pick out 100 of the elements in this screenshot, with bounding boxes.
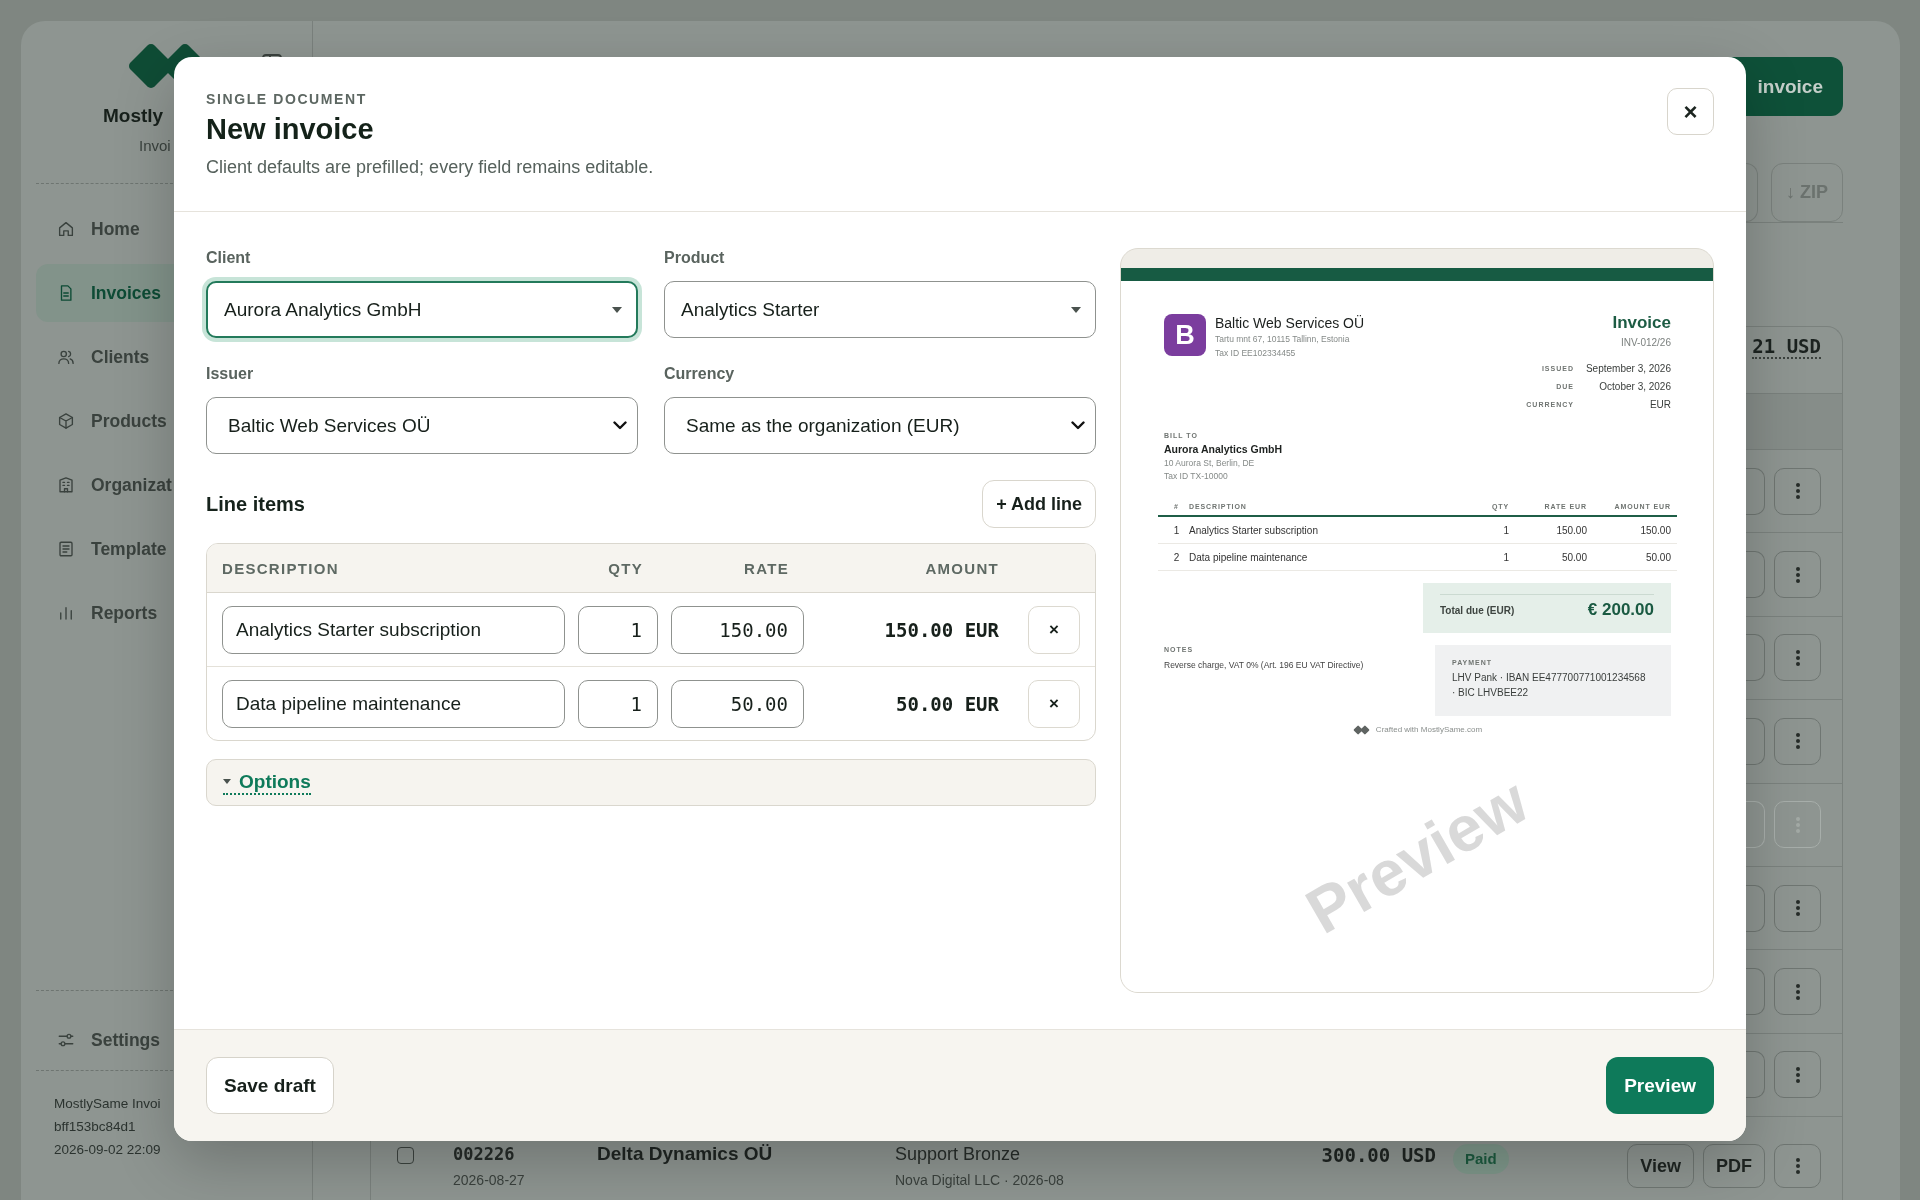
options-toggle[interactable]: Options [223, 770, 311, 795]
invoice-number: INV-012/26 [1620, 336, 1671, 350]
rate-input[interactable]: 50.00 [671, 679, 804, 728]
product-name: Support Bronze [895, 1144, 1022, 1165]
row-checkbox[interactable] [397, 1147, 414, 1165]
close-button[interactable]: × [1667, 88, 1714, 135]
status-badge: Paid [1453, 1144, 1509, 1175]
column-header: DESCRIPTION [222, 559, 340, 577]
meta-value: EUR [1648, 398, 1671, 412]
description-input[interactable]: Analytics Starter subscription [222, 605, 565, 654]
document-title: Invoice [1612, 312, 1671, 333]
invoice-amount: 300.00 USD [1321, 1144, 1436, 1167]
pdf-button[interactable]: PDF [1703, 1144, 1765, 1189]
kebab-icon [1795, 483, 1800, 500]
meta-value: September 3, 2026 [1585, 362, 1671, 376]
table-cell-text: Analytics Starter subscription [1189, 524, 1319, 536]
issuer-tax-id: Tax ID EE102334455 [1215, 347, 1296, 360]
kebab-icon [1795, 566, 1800, 583]
people-icon [57, 348, 75, 366]
issuer-name: Baltic Web Services OÜ [1215, 315, 1365, 332]
caret-down-icon [1071, 306, 1081, 313]
table-cell-text: 1 [1502, 524, 1509, 536]
table-cell-text: 1 [1502, 551, 1509, 563]
kebab-icon [1795, 900, 1800, 917]
column-header: RATE [743, 559, 790, 577]
company-logo: B [1164, 314, 1206, 356]
footer-credit: Crafted with MostlySame.com [1375, 724, 1483, 736]
line-amount: 50.00 EUR [895, 692, 1000, 715]
bar-chart-icon [57, 604, 75, 622]
table-cell-text: 150.00 [1555, 524, 1587, 536]
caret-down-icon [612, 306, 622, 313]
more-button[interactable] [1774, 551, 1821, 599]
app-name: Mostly [103, 104, 164, 128]
view-button[interactable]: View [1627, 1144, 1694, 1189]
description-input[interactable]: Data pipeline maintenance [222, 679, 565, 728]
caret-down-icon [223, 779, 231, 784]
invoice-meta: Nova Digital LLC · 2026-08 [895, 1171, 1065, 1191]
kebab-icon [1795, 1158, 1800, 1175]
kebab-icon [1795, 733, 1800, 750]
client-name: Aurora Analytics GmbH [1164, 442, 1283, 457]
table-cell-text: 150.00 [1639, 524, 1671, 536]
build-timestamp: 2026-09-02 22:09 [53, 1141, 161, 1159]
more-button[interactable] [1774, 1144, 1821, 1189]
more-button[interactable] [1774, 884, 1821, 932]
building-icon [57, 476, 75, 494]
total-label: Total due (EUR) [1440, 604, 1515, 616]
quantity-input[interactable]: 1 [578, 605, 658, 654]
cube-icon [57, 412, 75, 430]
combobox-field[interactable]: Analytics Starter [664, 281, 1096, 338]
app-version: MostlySame Invoi [53, 1095, 161, 1113]
home-icon [57, 220, 75, 238]
table-cell-text: Data pipeline maintenance [1189, 551, 1309, 563]
meta-value: October 3, 2026 [1598, 380, 1671, 394]
save-draft-button[interactable]: Save draft [206, 1057, 334, 1114]
line-amount: 150.00 EUR [883, 618, 1000, 641]
column-header: AMOUNT [924, 559, 1000, 577]
more-button[interactable] [1774, 968, 1821, 1016]
add-line-button[interactable]: + Add line [982, 480, 1096, 528]
column-header: QTY [607, 559, 644, 577]
section-title: Line items [206, 492, 305, 516]
client-name: Delta Dynamics OÜ [597, 1144, 774, 1165]
issuer-address: Tartu mnt 67, 10115 Tallinn, Estonia [1215, 333, 1350, 346]
modal-subtitle: Client defaults are prefilled; every field remains editable. [206, 156, 654, 179]
field-label: Issuer [206, 364, 254, 384]
chevron-down-icon [613, 421, 627, 430]
field-label: Currency [664, 364, 735, 384]
kebab-icon [1795, 649, 1800, 666]
client-address: 10 Aurora St, Berlin, DE [1164, 457, 1255, 470]
more-button[interactable] [1774, 717, 1821, 765]
more-button[interactable] [1774, 634, 1821, 682]
total-amount: € 200.00 [1587, 600, 1654, 620]
payment-details: LHV Pank · IBAN EE477700771001234568 · BIC LHVBEE22 [1452, 671, 1647, 700]
table-cell-text: 2 [1172, 551, 1181, 563]
modal-eyebrow: SINGLE DOCUMENT [206, 90, 367, 108]
rate-input[interactable]: 150.00 [671, 605, 804, 654]
app-subtitle: Invoi [139, 137, 171, 155]
quantity-input[interactable]: 1 [578, 679, 658, 728]
more-button[interactable] [1774, 467, 1821, 515]
invoice-date: 2026-08-27 [453, 1171, 526, 1191]
kebab-icon [1795, 983, 1800, 1000]
list-icon [57, 540, 75, 558]
notes-text: Reverse charge, VAT 0% (Art. 196 EU VAT Directive) [1164, 659, 1364, 672]
chevron-down-icon [1071, 421, 1085, 430]
field-label: Product [664, 248, 725, 268]
table-cell-text: 1 [1172, 524, 1181, 536]
select-field[interactable]: Same as the organization (EUR) [664, 397, 1096, 454]
more-button[interactable] [1774, 1051, 1821, 1099]
remove-line-button[interactable]: × [1028, 605, 1080, 654]
table-cell-text: 50.00 [1560, 551, 1587, 563]
kebab-icon [1795, 1066, 1800, 1083]
invoice-number: 002226 [453, 1144, 516, 1165]
select-field[interactable]: Baltic Web Services OÜ [206, 397, 638, 454]
client-tax-id: Tax ID TX-10000 [1164, 470, 1228, 483]
table-total: 21 USD [1752, 335, 1821, 359]
table-cell-text: 50.00 [1644, 551, 1671, 563]
preview-button[interactable]: Preview [1606, 1057, 1714, 1114]
modal-title: New invoice [206, 112, 374, 147]
sliders-icon [57, 1031, 75, 1049]
commit-hash: bff153bc84d1 [53, 1118, 136, 1136]
remove-line-button[interactable]: × [1028, 679, 1080, 728]
